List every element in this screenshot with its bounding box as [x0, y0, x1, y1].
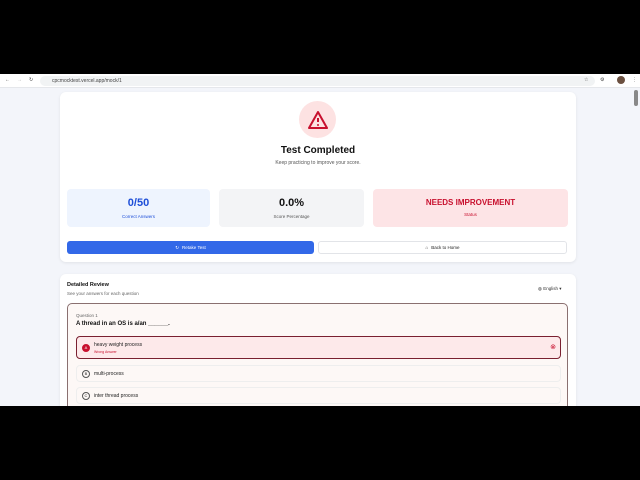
option-letter: C [82, 391, 90, 400]
stat-value: 0/50 [127, 197, 150, 209]
avatar[interactable] [617, 76, 625, 84]
page: Test Completed Keep practicing to improv… [0, 88, 640, 406]
reload-icon[interactable]: ↻ [29, 77, 33, 83]
review-subtitle: See your answers for each question [67, 291, 139, 296]
stat-value: 0.0% [278, 197, 305, 209]
option-text: heavy weight process [94, 341, 143, 348]
extensions-icon[interactable]: ⚙ [600, 77, 604, 83]
retake-test-button[interactable]: ↻ Retake Test [67, 241, 314, 254]
globe-icon: ◍ [538, 286, 542, 291]
option-text: multi-process [94, 370, 124, 377]
url-text: cpcmocktest.vercel.app/mock/1 [52, 78, 122, 84]
option-text: inter thread process [94, 392, 139, 399]
review-card: Detailed Review See your answers for eac… [60, 274, 576, 406]
stat-label: Correct Answers [121, 214, 155, 219]
star-icon[interactable]: ☆ [584, 77, 588, 83]
review-title: Detailed Review [67, 282, 109, 288]
retake-label: Retake Test [182, 245, 206, 250]
back-to-home-button[interactable]: ⌂ Back to Home [318, 241, 567, 254]
language-select[interactable]: ◍ English ▾ [538, 286, 561, 292]
stat-label: Status [464, 212, 477, 217]
back-icon[interactable]: ← [5, 77, 10, 83]
stat-value: NEEDS IMPROVEMENT [425, 198, 516, 207]
option-c[interactable]: Cinter thread process [76, 387, 561, 404]
question-number: Question 1 [76, 313, 98, 318]
result-title: Test Completed [280, 145, 356, 156]
warning-icon [299, 101, 336, 138]
retry-icon: ↻ [175, 244, 180, 250]
result-card: Test Completed Keep practicing to improv… [60, 92, 576, 262]
address-bar[interactable]: cpcmocktest.vercel.app/mock/1 [40, 76, 595, 86]
question-text: A thread in an OS is a/an ______. [76, 321, 170, 327]
result-subtitle: Keep practicing to improve your score. [275, 160, 361, 166]
forward-icon[interactable]: → [17, 77, 22, 83]
option-letter: A [82, 343, 90, 352]
browser-toolbar: ← → ↻ cpcmocktest.vercel.app/mock/1 ☆ ⚙ … [0, 74, 640, 88]
option-b[interactable]: Bmulti-process [76, 365, 561, 382]
home-label: Back to Home [431, 245, 460, 250]
stat-label: Score Percentage [273, 214, 310, 219]
x-circle-icon: ⊗ [550, 344, 556, 351]
correct-answers-stat: 0/50 Correct Answers [67, 189, 210, 227]
scrollbar[interactable] [634, 90, 638, 106]
question-card: Question 1 A thread in an OS is a/an ___… [67, 303, 568, 406]
status-stat: NEEDS IMPROVEMENT Status [373, 189, 568, 227]
menu-icon[interactable]: ⋮ [632, 77, 637, 83]
option-a[interactable]: A heavy weight process Wrong Answer ⊗ [76, 336, 561, 359]
wrong-answer-label: Wrong Answer [94, 349, 117, 354]
option-letter: B [82, 369, 90, 378]
home-icon: ⌂ [425, 245, 429, 250]
language-label: English [543, 286, 558, 291]
score-percentage-stat: 0.0% Score Percentage [219, 189, 364, 227]
